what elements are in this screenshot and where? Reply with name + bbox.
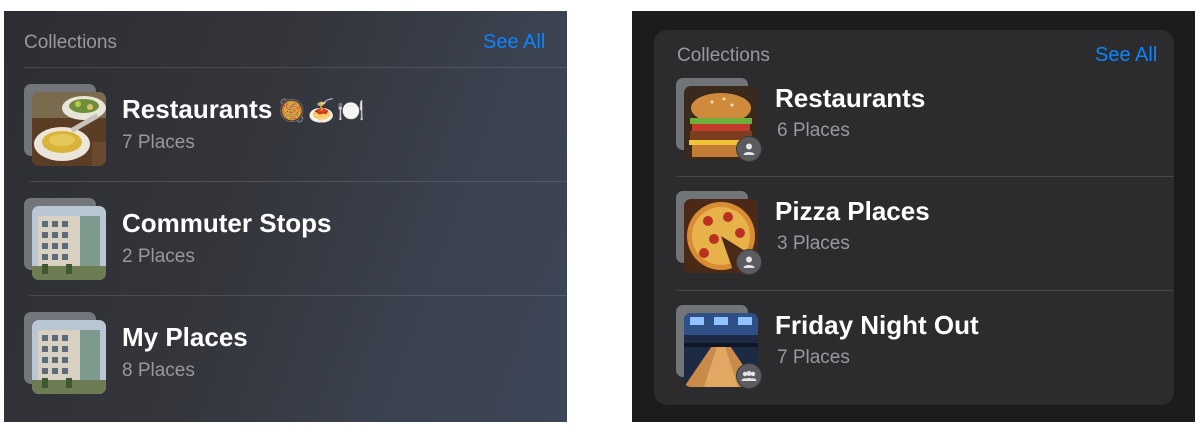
see-all-link[interactable]: See All [1095, 44, 1157, 67]
collections-heading: Collections [677, 45, 770, 66]
pizza-icon [676, 191, 762, 275]
collection-count: 3 Places [777, 233, 850, 254]
collection-count: 7 Places [122, 132, 195, 153]
building-icon [24, 312, 106, 394]
collection-name: Restaurants 🥘🍝🍽️ [122, 94, 366, 125]
bowling-alley-icon [676, 305, 762, 389]
collections-heading: Collections [24, 32, 117, 53]
divider [24, 67, 567, 68]
collection-name: My Places [122, 322, 248, 352]
collection-count: 2 Places [122, 246, 195, 267]
collection-emoji: 🥘🍝🍽️ [278, 98, 367, 123]
collection-name: Friday Night Out [775, 310, 979, 340]
collection-name: Commuter Stops [122, 208, 332, 238]
collection-name-text: Restaurants [122, 94, 273, 124]
collection-row-restaurants[interactable]: Restaurants 6 Places [654, 70, 1174, 170]
collection-name: Pizza Places [775, 196, 930, 226]
burger-icon [676, 78, 762, 162]
see-all-link[interactable]: See All [483, 31, 545, 54]
group-icon [736, 363, 762, 389]
collections-card: Collections See All Restaurants 6 Places… [654, 30, 1174, 405]
collection-row-commuter-stops[interactable]: Commuter Stops 2 Places [4, 188, 567, 288]
collection-count: 8 Places [122, 360, 195, 381]
divider [29, 295, 567, 296]
collection-count: 7 Places [777, 347, 850, 368]
collection-row-restaurants[interactable]: Restaurants 🥘🍝🍽️ 7 Places [4, 74, 567, 174]
building-icon [24, 198, 106, 280]
person-icon [736, 249, 762, 275]
collections-panel-right: Collections See All Restaurants 6 Places… [632, 11, 1195, 422]
divider [677, 290, 1174, 291]
collection-row-friday-night-out[interactable]: Friday Night Out 7 Places [654, 297, 1174, 397]
collection-count: 6 Places [777, 120, 850, 141]
soup-food-icon [24, 84, 106, 166]
divider [29, 181, 567, 182]
collection-name: Restaurants [775, 83, 926, 113]
collection-row-my-places[interactable]: My Places 8 Places [4, 302, 567, 402]
divider [677, 176, 1174, 177]
person-icon [736, 136, 762, 162]
collection-row-pizza-places[interactable]: Pizza Places 3 Places [654, 183, 1174, 283]
collections-panel-left: Collections See All Restaurants 🥘🍝🍽️ 7 P… [4, 11, 567, 422]
